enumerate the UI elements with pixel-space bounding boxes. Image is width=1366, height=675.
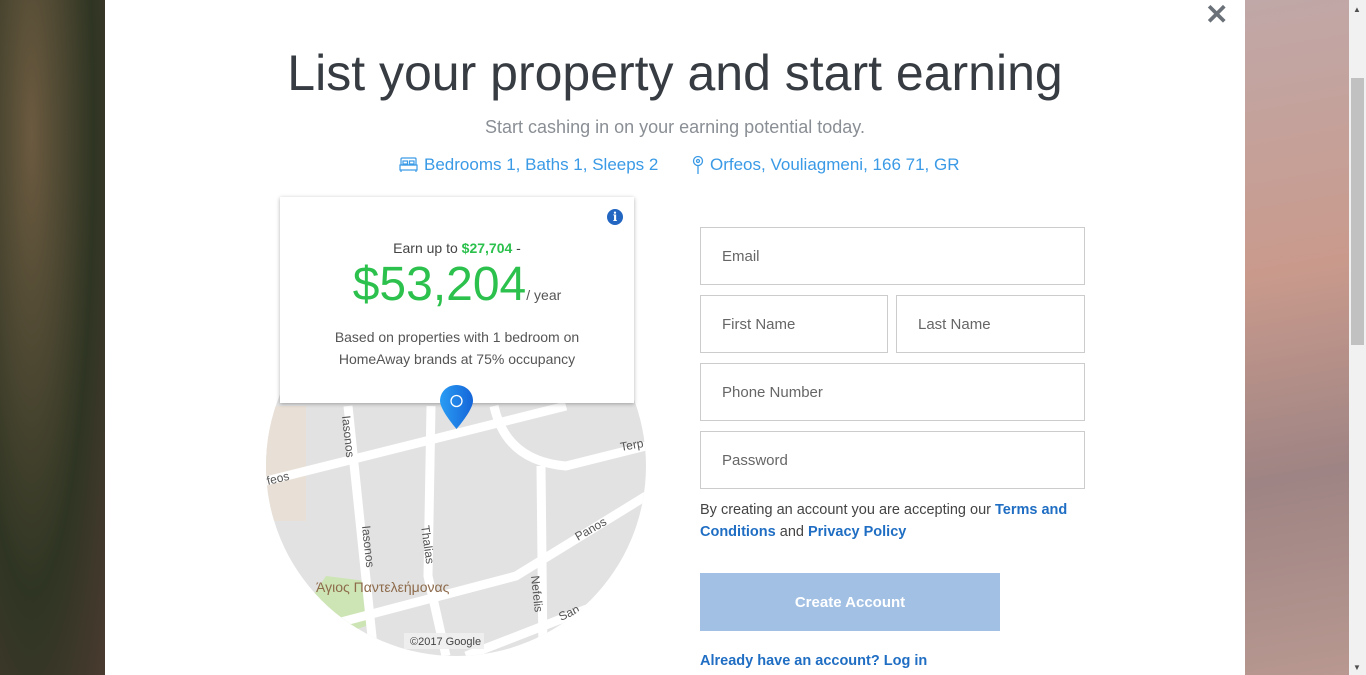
- login-link[interactable]: Already have an account? Log in: [700, 653, 927, 669]
- street-label: Nefelis: [528, 575, 546, 613]
- map-pin-marker-icon: [440, 385, 473, 429]
- earn-high: $53,204: [352, 258, 527, 311]
- page-subtitle: Start cashing in on your earning potenti…: [485, 117, 865, 137]
- street-label: Thalias: [418, 524, 437, 564]
- last-name-field[interactable]: [896, 295, 1085, 353]
- map-pin-icon: [692, 155, 704, 174]
- scrollbar[interactable]: ▲ ▼: [1349, 0, 1366, 675]
- info-icon[interactable]: i: [607, 209, 623, 225]
- page-title: List your property and start earning: [287, 45, 1063, 101]
- earn-low: $27,704: [461, 240, 513, 256]
- property-location: Orfeos, Vouliagmeni, 166 71, GR: [692, 155, 959, 175]
- poi-label: Άγιος Παντελεήμονας: [316, 579, 450, 595]
- scroll-down-icon[interactable]: ▼: [1353, 663, 1361, 672]
- earnings-basis: Based on properties with 1 bedroom on Ho…: [334, 329, 580, 367]
- scrollbar-thumb[interactable]: [1351, 78, 1364, 345]
- street-label: Iasonos: [339, 415, 357, 458]
- email-field[interactable]: [700, 227, 1085, 285]
- earnings-card: i Earn up to $27,704 - $53,204/ year Bas…: [280, 197, 634, 403]
- street-label: Panos: [573, 514, 609, 543]
- terms-text: By creating an account you are accepting…: [700, 502, 1068, 540]
- map-copyright: ©2017 Google: [410, 636, 481, 648]
- first-name-field[interactable]: [700, 295, 888, 353]
- password-field[interactable]: [700, 431, 1085, 489]
- privacy-link[interactable]: Privacy Policy: [808, 524, 906, 540]
- bed-icon: [399, 157, 418, 172]
- property-summary: Bedrooms 1, Baths 1, Sleeps 2: [399, 155, 658, 175]
- scroll-up-icon[interactable]: ▲: [1353, 5, 1361, 14]
- phone-field[interactable]: [700, 363, 1085, 421]
- create-account-button[interactable]: Create Account: [700, 573, 1000, 631]
- close-icon[interactable]: ✕: [1205, 0, 1228, 31]
